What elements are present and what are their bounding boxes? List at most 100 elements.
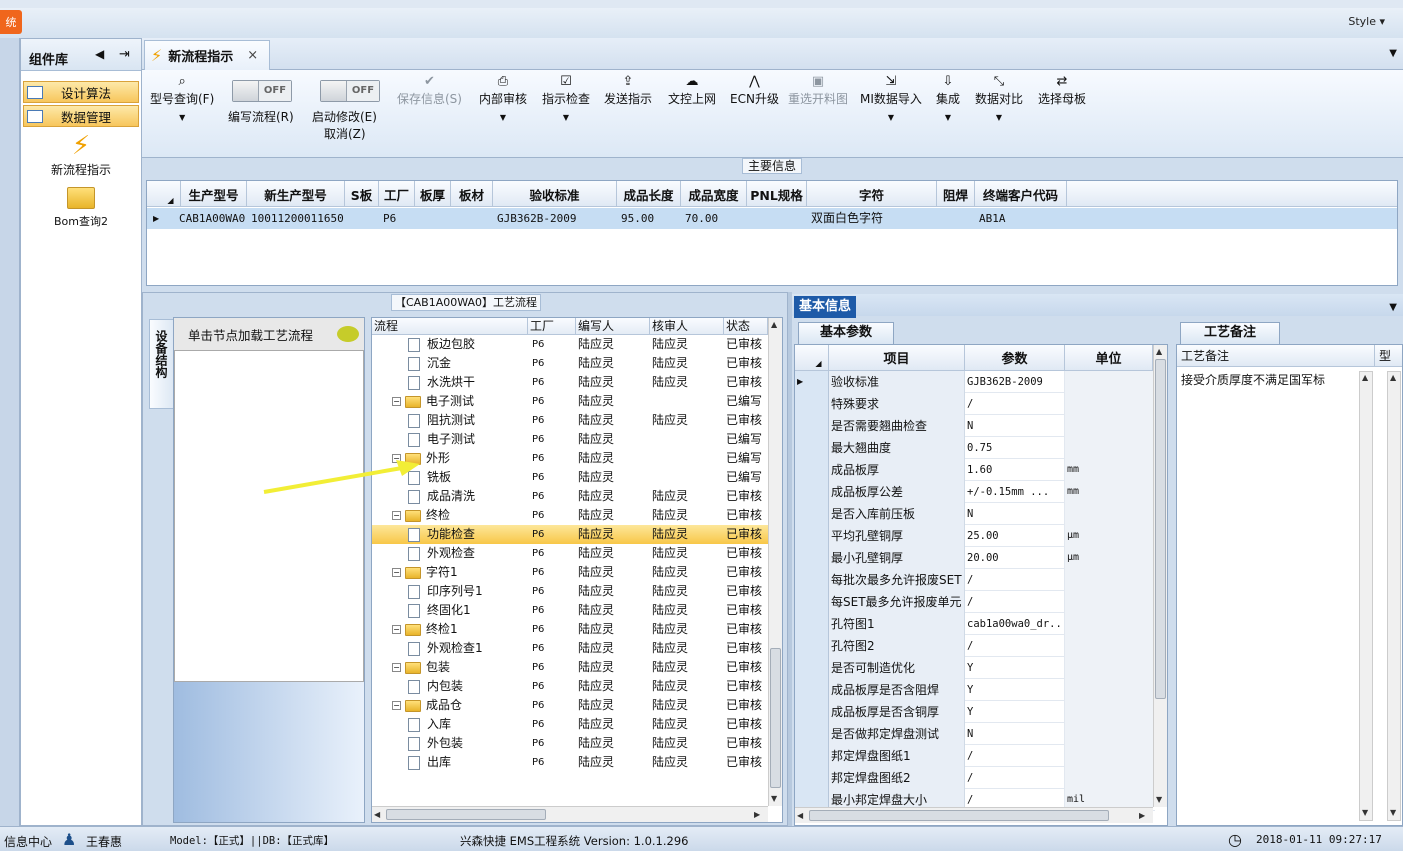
tree-row[interactable]: − 包装 P6 陆应灵 陆应灵 已审核 (372, 658, 768, 677)
row-header[interactable] (795, 613, 829, 635)
scrollbar-thumb[interactable] (386, 809, 546, 820)
row-header[interactable] (795, 393, 829, 415)
scrollbar-thumb[interactable] (809, 810, 1109, 821)
table-cell[interactable] (345, 208, 379, 229)
instruction-check-button[interactable]: ☑ 指示检查 ▼ (542, 74, 590, 122)
param-value[interactable]: N (965, 723, 1065, 745)
row-header[interactable] (795, 525, 829, 547)
scroll-up-icon[interactable]: ▲ (1362, 373, 1368, 382)
scroll-down-icon[interactable]: ▼ (1390, 808, 1396, 817)
ecn-upgrade-button[interactable]: ⋀ ECN升级 (730, 74, 779, 107)
param-row[interactable]: 平均孔壁铜厚 25.00 μm (795, 525, 1155, 547)
tree-row[interactable]: 阻抗测试 P6 陆应灵 陆应灵 已审核 (372, 411, 768, 430)
write-flow-toggle[interactable]: OFF (232, 80, 292, 102)
param-value[interactable]: / (965, 569, 1065, 591)
bom-query-item[interactable]: Bom查询2 (41, 187, 121, 229)
column-header[interactable]: 工艺备注 (1177, 345, 1375, 367)
scrollbar-thumb[interactable] (1155, 359, 1166, 699)
cancel-edit-button[interactable]: 取消(Z) (324, 125, 366, 142)
param-row[interactable]: 成品板厚 1.60 mm (795, 459, 1155, 481)
param-value[interactable]: / (965, 591, 1065, 613)
row-header[interactable] (795, 635, 829, 657)
table-cell[interactable] (747, 208, 807, 229)
table-cell[interactable]: 10011200011650 (247, 208, 345, 229)
column-header[interactable]: 验收标准 (493, 181, 617, 207)
row-header[interactable] (795, 415, 829, 437)
row-header[interactable] (795, 503, 829, 525)
param-row[interactable]: 是否做邦定焊盘测试 N (795, 723, 1155, 745)
tree-row[interactable]: 印序列号1 P6 陆应灵 陆应灵 已审核 (372, 582, 768, 601)
save-info-button[interactable]: ✔ 保存信息(S) (397, 74, 462, 107)
row-header[interactable] (795, 481, 829, 503)
param-value[interactable]: +/-0.15mm ... (965, 481, 1065, 503)
tree-node-name[interactable]: 功能检查 (408, 525, 475, 544)
internal-review-button[interactable]: ⎙ 内部审核 ▼ (479, 74, 527, 122)
scroll-down-icon[interactable]: ▼ (771, 794, 777, 803)
column-header[interactable]: 流程 (372, 318, 528, 335)
tree-row[interactable]: − 成品仓 P6 陆应灵 陆应灵 已审核 (372, 696, 768, 715)
model-query-button[interactable]: ⌕ 型号查询(F) ▼ (150, 74, 214, 122)
close-icon[interactable]: × (247, 48, 258, 63)
param-value[interactable]: Y (965, 657, 1065, 679)
param-value[interactable]: / (965, 767, 1065, 789)
scroll-right-icon[interactable]: ▶ (754, 810, 760, 819)
param-value[interactable]: Y (965, 701, 1065, 723)
tree-node-name[interactable]: 外观检查1 (408, 639, 483, 658)
params-horizontal-scrollbar[interactable]: ◀ ▶ (795, 807, 1153, 823)
tree-row[interactable]: 功能检查 P6 陆应灵 陆应灵 已审核 (372, 525, 768, 544)
param-value[interactable]: 20.00 (965, 547, 1065, 569)
row-header[interactable] (795, 723, 829, 745)
param-value[interactable]: 25.00 (965, 525, 1065, 547)
scroll-down-icon[interactable]: ▼ (1362, 808, 1368, 817)
nav-design-algorithm[interactable]: 设计算法 (23, 81, 139, 103)
tree-row[interactable]: 板边包胶 P6 陆应灵 陆应灵 已审核 (372, 335, 768, 354)
tree-node-name[interactable]: − 终检1 (392, 620, 458, 639)
column-header[interactable]: 参数 (965, 345, 1065, 371)
param-row[interactable]: 成品板厚是否含阻焊 Y (795, 679, 1155, 701)
param-value[interactable]: / (965, 745, 1065, 767)
tab-basic-params[interactable]: 基本参数 (798, 322, 894, 344)
tree-node-name[interactable]: 外观检查 (408, 544, 475, 563)
table-cell[interactable]: 95.00 (617, 208, 681, 229)
row-header[interactable] (795, 657, 829, 679)
table-row[interactable]: ▶ CAB1A00WA0 10011200011650 P6 GJB362B-2… (147, 208, 1397, 229)
row-header[interactable] (795, 547, 829, 569)
table-cell[interactable] (451, 208, 493, 229)
scroll-left-icon[interactable]: ◀ (374, 810, 380, 819)
param-value[interactable]: N (965, 415, 1065, 437)
table-cell[interactable]: CAB1A00WA0 (177, 208, 247, 229)
param-value[interactable]: Y (965, 679, 1065, 701)
column-header[interactable]: 核审人 (650, 318, 724, 335)
tree-row[interactable]: 外观检查 P6 陆应灵 陆应灵 已审核 (372, 544, 768, 563)
tree-node-name[interactable]: − 成品仓 (392, 696, 462, 715)
row-header[interactable] (795, 767, 829, 789)
tree-row[interactable]: − 外形 P6 陆应灵 已编写 (372, 449, 768, 468)
param-row[interactable]: 孔符图2/ (795, 635, 1155, 657)
param-row[interactable]: ▶ 验收标准 GJB362B-2009 (795, 371, 1155, 393)
tab-process-remarks[interactable]: 工艺备注 (1180, 322, 1280, 344)
tree-node-name[interactable]: 终固化1 (408, 601, 471, 620)
param-row[interactable]: 成品板厚公差 +/-0.15mm ... mm (795, 481, 1155, 503)
param-row[interactable]: 每批次最多允许报废SET / (795, 569, 1155, 591)
tree-row[interactable]: − 电子测试 P6 陆应灵 已编写 (372, 392, 768, 411)
param-row[interactable]: 孔符图1 cab1a00wa0_dr... (795, 613, 1155, 635)
table-cell[interactable] (415, 208, 451, 229)
doc-control-online-button[interactable]: ☁ 文控上网 (668, 74, 716, 107)
select-motherboard-button[interactable]: ⇄ 选择母板 (1038, 74, 1086, 107)
param-row[interactable]: 最大翘曲度 0.75 (795, 437, 1155, 459)
column-header[interactable]: 编写人 (576, 318, 650, 335)
tree-row[interactable]: − 字符1 P6 陆应灵 陆应灵 已审核 (372, 563, 768, 582)
params-vertical-scrollbar[interactable]: ▲ ▼ (1153, 345, 1167, 807)
scroll-up-icon[interactable]: ▲ (1156, 347, 1162, 356)
column-header[interactable]: 工厂 (528, 318, 576, 335)
scroll-right-icon[interactable]: ▶ (1139, 811, 1145, 820)
start-edit-toggle[interactable]: OFF (320, 80, 380, 102)
scrollbar-thumb[interactable] (770, 648, 781, 788)
tree-node-name[interactable]: 入库 (408, 715, 451, 734)
tree-horizontal-scrollbar[interactable]: ◀ ▶ (372, 806, 768, 822)
device-tree-area[interactable] (174, 350, 364, 682)
param-value[interactable]: GJB362B-2009 (965, 371, 1065, 393)
param-row[interactable]: 最小孔壁铜厚 20.00 μm (795, 547, 1155, 569)
column-header[interactable]: 生产型号 (181, 181, 247, 207)
column-header[interactable]: 成品宽度 (681, 181, 747, 207)
